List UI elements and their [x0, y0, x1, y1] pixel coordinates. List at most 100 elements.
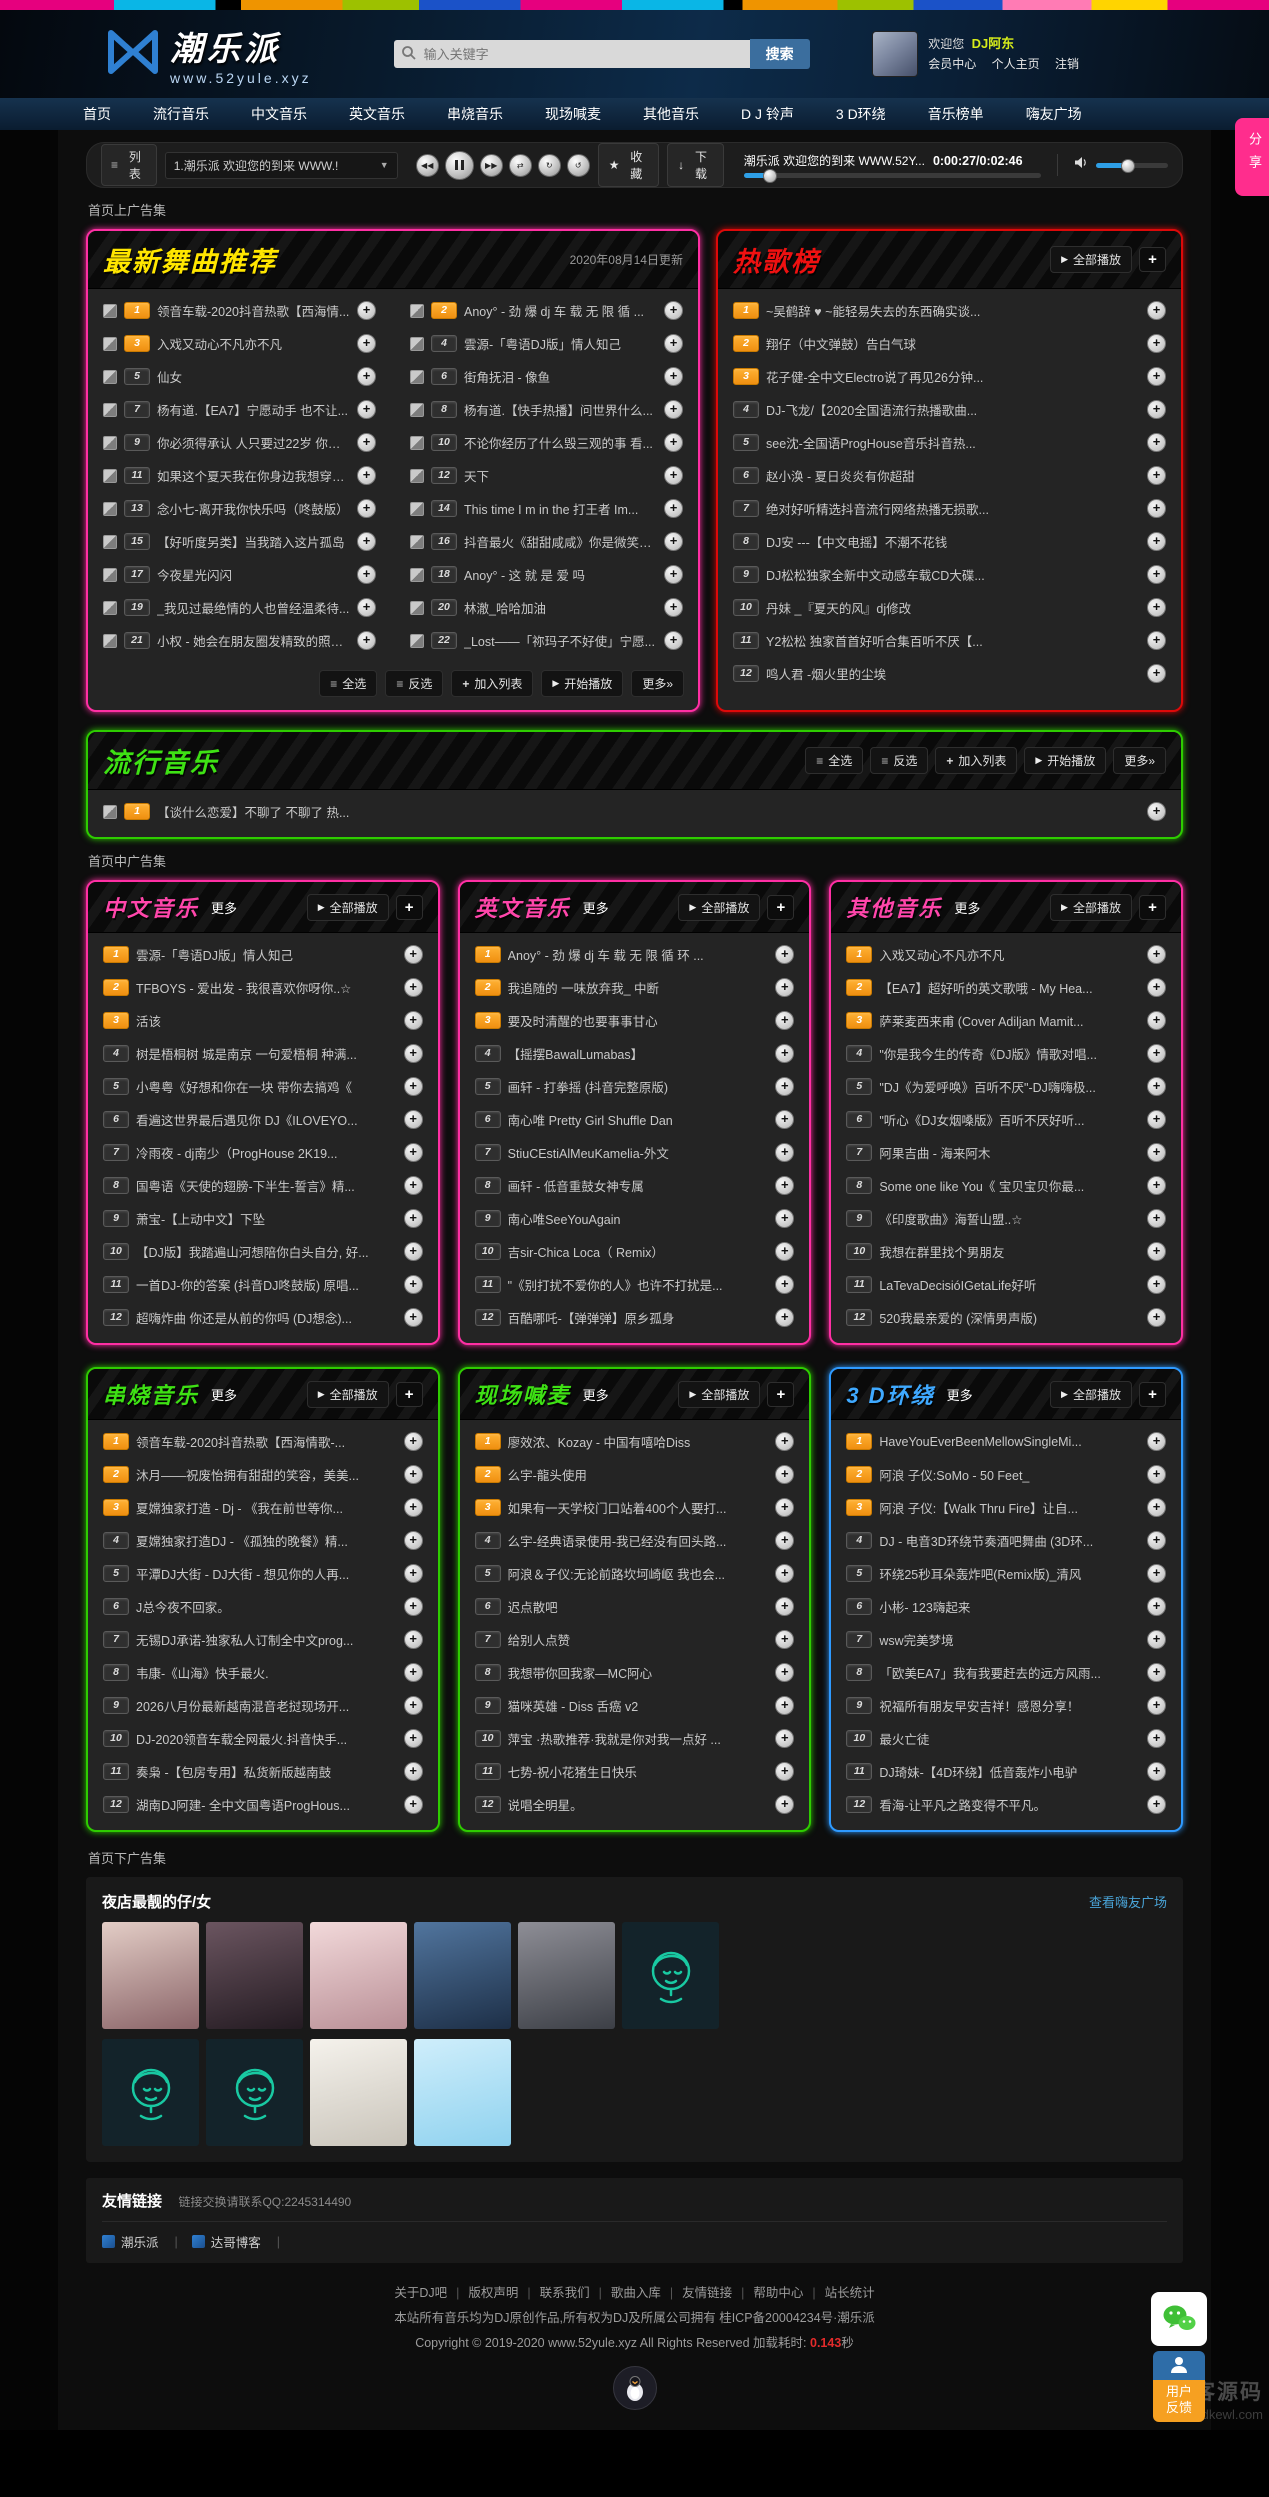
- gallery-photo[interactable]: [102, 1922, 199, 2029]
- song-title[interactable]: TFBOYS - 爱出发 - 我很喜欢你呀你..☆: [136, 978, 397, 997]
- song-row[interactable]: 5 平潭DJ大街 - DJ大街 - 想见你的人再...: [98, 1557, 428, 1590]
- song-row[interactable]: 9 猫咪英雄 - Diss 舌癌 v2: [470, 1689, 800, 1722]
- gallery-photo[interactable]: [102, 2039, 199, 2146]
- song-title[interactable]: 么宇-经典语录使用-我已经没有回头路...: [508, 1531, 769, 1550]
- song-title[interactable]: 画轩 - 打拳摇 (抖音完整原版): [508, 1077, 769, 1096]
- song-row[interactable]: 11 如果这个夏天我在你身边我想穿着...: [98, 459, 381, 492]
- song-row[interactable]: 3 入戏又动心不凡亦不凡: [98, 327, 381, 360]
- song-title[interactable]: 杨有道.【EA7】宁愿动手 也不让...: [157, 400, 350, 419]
- song-title[interactable]: 如果有一天学校门口站着400个人要打...: [508, 1498, 769, 1517]
- song-row[interactable]: 13 念小七-离开我你快乐吗（咚鼓版）: [98, 492, 381, 525]
- song-title[interactable]: 绝对好听精选抖音流行网络热播无损歌...: [766, 499, 1140, 518]
- song-title[interactable]: 阿浪 子仪:【Walk Thru Fire】让自...: [879, 1498, 1140, 1517]
- search-button[interactable]: 搜索: [750, 39, 810, 69]
- song-title[interactable]: Anoy° - 劲 爆 dj 车 载 无 限 循 ...: [464, 301, 657, 320]
- song-row[interactable]: 8 Some one like You《 宝贝宝贝你最...: [841, 1169, 1171, 1202]
- add-icon[interactable]: [775, 1275, 794, 1294]
- add-icon[interactable]: [1147, 945, 1166, 964]
- song-title[interactable]: 街角抚泪 - 像鱼: [464, 367, 657, 386]
- song-row[interactable]: 21 小权 - 她会在朋友圈发精致的照片...: [98, 624, 381, 657]
- song-title[interactable]: DJ-飞龙/【2020全国语流行热播歌曲...: [766, 400, 1140, 419]
- add-icon[interactable]: [775, 1077, 794, 1096]
- song-title[interactable]: 迟点散吧: [508, 1597, 769, 1616]
- nav-item[interactable]: 嗨友广场: [1005, 104, 1103, 124]
- add-icon[interactable]: [357, 301, 376, 320]
- song-row[interactable]: 12 说唱全明星。: [470, 1788, 800, 1821]
- song-title[interactable]: 要及时清醒的也要事事甘心: [508, 1011, 769, 1030]
- add-icon[interactable]: [404, 1696, 423, 1715]
- song-row[interactable]: 5 画轩 - 打拳摇 (抖音完整原版): [470, 1070, 800, 1103]
- add-icon[interactable]: [1147, 1498, 1166, 1517]
- playlist-button[interactable]: 列表: [101, 144, 157, 186]
- checkbox[interactable]: [103, 436, 117, 450]
- add-icon[interactable]: [404, 945, 423, 964]
- add-to-list-button[interactable]: 加入列表: [451, 670, 533, 697]
- song-title[interactable]: 阿果吉曲 - 海来阿木: [879, 1143, 1140, 1162]
- song-title[interactable]: 阿浪 子仪:SoMo - 50 Feet_: [879, 1465, 1140, 1484]
- song-title[interactable]: 南心唯SeeYouAgain: [508, 1209, 769, 1228]
- song-row[interactable]: 14 This time I m in the 打王者 Im...: [405, 492, 688, 525]
- song-row[interactable]: 4 DJ - 电音3D环绕节奏酒吧舞曲 (3D环...: [841, 1524, 1171, 1557]
- add-icon[interactable]: [1147, 400, 1166, 419]
- song-title[interactable]: 给别人点赞: [508, 1630, 769, 1649]
- qq-icon[interactable]: [613, 2366, 657, 2410]
- shuffle-button[interactable]: ⇄: [509, 154, 532, 177]
- play-all-button[interactable]: 全部播放: [1050, 246, 1132, 273]
- add-all-button[interactable]: [396, 895, 423, 920]
- song-row[interactable]: 3 如果有一天学校门口站着400个人要打...: [470, 1491, 800, 1524]
- footer-link[interactable]: 帮助中心: [753, 2281, 824, 2306]
- song-row[interactable]: 12 520我最亲爱的 (深情男声版): [841, 1301, 1171, 1334]
- more-link[interactable]: 更多: [211, 898, 237, 917]
- more-link[interactable]: 更多: [947, 1385, 973, 1404]
- song-title[interactable]: DJ琦妹-【4D环绕】低音轰炸小电驴: [879, 1762, 1140, 1781]
- add-icon[interactable]: [775, 1110, 794, 1129]
- logout-link[interactable]: 注销: [1055, 57, 1079, 71]
- add-icon[interactable]: [357, 433, 376, 452]
- checkbox[interactable]: [103, 805, 117, 819]
- nav-item[interactable]: 音乐榜单: [907, 104, 1005, 124]
- song-row[interactable]: 11 一首DJ-你的答案 (抖音DJ咚鼓版) 原唱...: [98, 1268, 428, 1301]
- checkbox[interactable]: [410, 370, 424, 384]
- add-icon[interactable]: [1147, 1663, 1166, 1682]
- song-title[interactable]: "《别打扰不爱你的人》也许不打扰是...: [508, 1275, 769, 1294]
- add-icon[interactable]: [664, 466, 683, 485]
- nav-item[interactable]: 串烧音乐: [426, 104, 524, 124]
- footer-link[interactable]: 友情链接: [682, 2281, 753, 2306]
- song-title[interactable]: 我追随的 一味放弃我_ 中断: [508, 978, 769, 997]
- add-all-button[interactable]: [767, 1382, 794, 1407]
- song-title[interactable]: 「欧美EA7」我有我要赶去的远方风雨...: [879, 1663, 1140, 1682]
- add-icon[interactable]: [775, 1176, 794, 1195]
- add-icon[interactable]: [664, 433, 683, 452]
- add-icon[interactable]: [775, 1531, 794, 1550]
- song-row[interactable]: 4 "你是我今生的传奇《DJ版》情歌对唱...: [841, 1037, 1171, 1070]
- checkbox[interactable]: [103, 337, 117, 351]
- song-title[interactable]: 夏嫦独家打造 - Dj - 《我在前世等你...: [136, 1498, 397, 1517]
- song-row[interactable]: 8 韦康-《山海》快手最火.: [98, 1656, 428, 1689]
- add-icon[interactable]: [1147, 1432, 1166, 1451]
- song-row[interactable]: 8 「欧美EA7」我有我要赶去的远方风雨...: [841, 1656, 1171, 1689]
- song-row[interactable]: 1 领音车载-2020抖音热歌【西海情...: [98, 294, 381, 327]
- song-title[interactable]: 萨莱麦西来甫 (Cover Adiljan Mamit...: [879, 1011, 1140, 1030]
- add-icon[interactable]: [404, 1432, 423, 1451]
- song-title[interactable]: 花子健-全中文Electro说了再见26分钟...: [766, 367, 1140, 386]
- play-all-button[interactable]: 全部播放: [307, 1381, 389, 1408]
- footer-link[interactable]: 联系我们: [540, 2281, 611, 2306]
- song-title[interactable]: DJ - 电音3D环绕节奏酒吧舞曲 (3D环...: [879, 1531, 1140, 1550]
- play-all-button[interactable]: 全部播放: [678, 1381, 760, 1408]
- checkbox[interactable]: [103, 469, 117, 483]
- add-icon[interactable]: [404, 1795, 423, 1814]
- song-title[interactable]: 看海-让平凡之路变得不平凡。: [879, 1795, 1140, 1814]
- add-icon[interactable]: [357, 334, 376, 353]
- nav-item[interactable]: 现场喊麦: [524, 104, 622, 124]
- song-title[interactable]: "DJ《为爱呼唤》百听不厌"-DJ嗨嗨极...: [879, 1077, 1140, 1096]
- add-icon[interactable]: [404, 1143, 423, 1162]
- song-title[interactable]: 环绕25秒耳朵轰炸吧(Remix版)_清风: [879, 1564, 1140, 1583]
- song-title[interactable]: 翔仔（中文弹鼓）告白气球: [766, 334, 1140, 353]
- username[interactable]: DJ阿东: [972, 36, 1015, 51]
- add-to-list-button[interactable]: 加入列表: [935, 747, 1017, 774]
- song-row[interactable]: 11 DJ琦妹-【4D环绕】低音轰炸小电驴: [841, 1755, 1171, 1788]
- song-row[interactable]: 10 吉sir-Chica Loca（ Remix）: [470, 1235, 800, 1268]
- avatar[interactable]: [873, 32, 917, 76]
- gallery-photo[interactable]: [206, 2039, 303, 2146]
- add-icon[interactable]: [404, 1465, 423, 1484]
